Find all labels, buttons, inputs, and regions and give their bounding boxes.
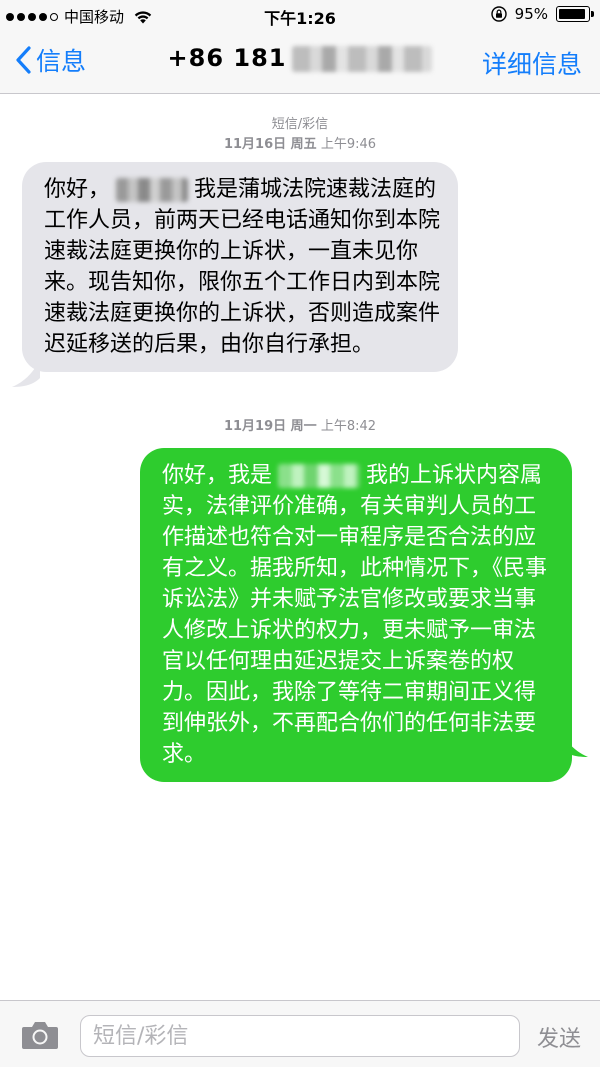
battery-icon [556, 6, 594, 22]
timestamp-2-date: 11月19日 周一 [223, 419, 317, 434]
service-label: 短信/彩信 [271, 117, 329, 132]
message-text-part: 你好， [44, 177, 111, 202]
message-text-part: 我是蒲城法院速裁法庭的工作人员，前两天已经电话通知你到本院速裁法庭更换你的上诉状… [44, 177, 441, 357]
redacted-name [116, 178, 189, 202]
battery-percent: 95% [514, 5, 548, 23]
messages-screen: 中国移动 下午1:26 95% 信息 +86 181 详细信息 短信/彩信 11… [0, 0, 600, 1067]
send-button[interactable]: 发送 [537, 1021, 581, 1053]
message-text-part: 我的上诉状内容属实，法律评价准确，有关审判人员的工作描述也符合对一审程序是否合法… [162, 463, 548, 767]
timestamp-2: 11月19日 周一 上午8:42 [0, 415, 600, 434]
contact-number: +86 181 [167, 44, 287, 72]
timestamp-1-time: 上午9:46 [320, 137, 377, 152]
outgoing-message-bubble[interactable]: 你好，我是 我的上诉状内容属实，法律评价准确，有关审判人员的工作描述也符合对一审程… [140, 448, 572, 782]
incoming-bubble-tail [12, 360, 40, 387]
timestamp-1: 11月16日 周五 上午9:46 [0, 133, 600, 152]
compose-bar: 发送 [0, 1000, 600, 1067]
conversation-header: 信息 +86 181 详细信息 [0, 30, 600, 94]
camera-icon[interactable] [20, 1019, 60, 1051]
rotation-lock-icon [490, 6, 507, 22]
status-bar: 中国移动 下午1:26 95% [0, 0, 600, 30]
redacted-number [292, 46, 433, 72]
outgoing-bubble-tail [560, 730, 588, 757]
redacted-name [278, 464, 361, 488]
message-input[interactable] [80, 1015, 520, 1057]
details-button[interactable]: 详细信息 [482, 45, 582, 81]
timestamp-1-date: 11月16日 周五 [223, 137, 317, 152]
battery-level [559, 9, 585, 19]
timestamp-2-time: 上午8:42 [320, 419, 377, 434]
incoming-message-bubble[interactable]: 你好， 我是蒲城法院速裁法庭的工作人员，前两天已经电话通知你到本院速裁法庭更换你的… [22, 162, 458, 372]
message-text-part: 你好，我是 [162, 463, 273, 488]
status-right: 95% [490, 5, 594, 23]
